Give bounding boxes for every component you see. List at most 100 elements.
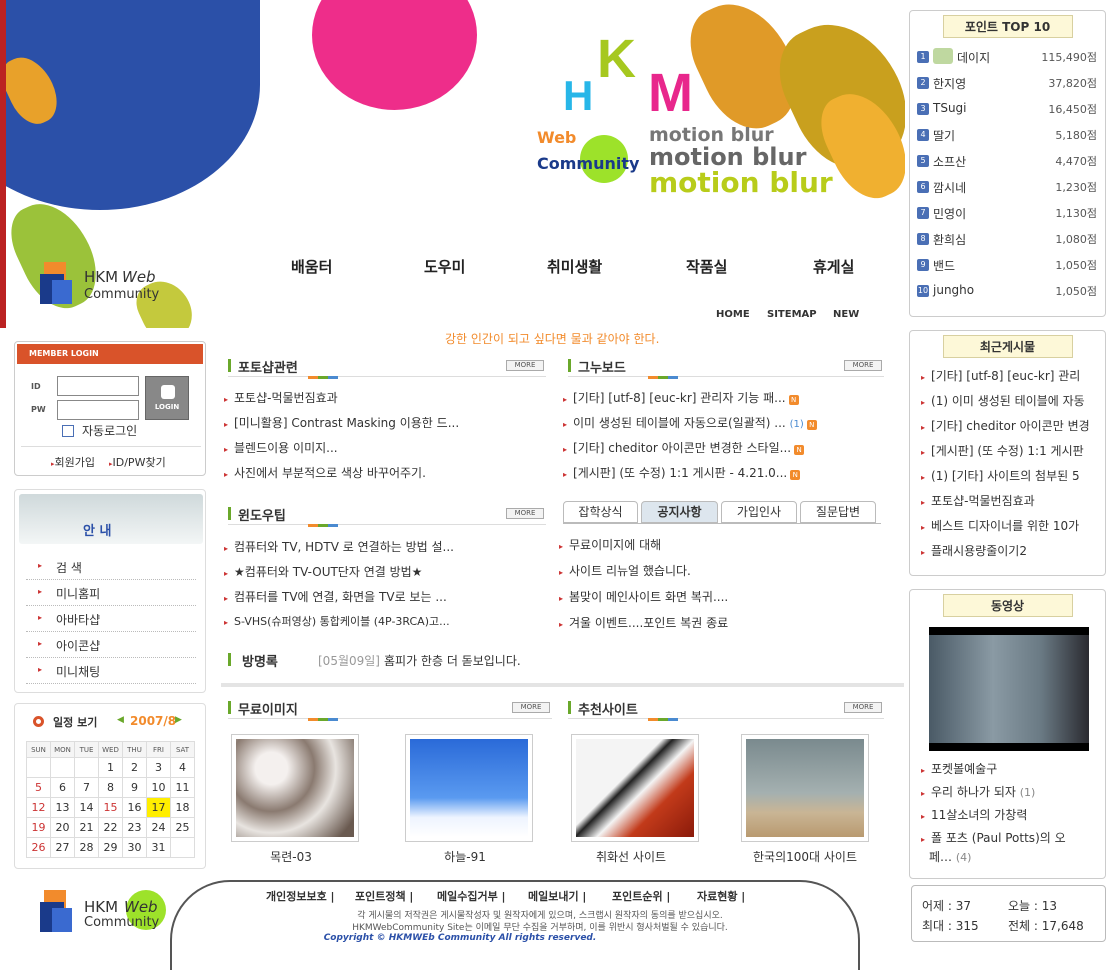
footer-data-status[interactable]: 자료현황 | <box>697 888 745 904</box>
pw-input[interactable] <box>57 400 139 420</box>
recent-item[interactable]: ▸ [기타] cheditor 아이콘만 변경 <box>921 417 1091 434</box>
notice-item-3[interactable]: ▸ 봄맞이 메인사이트 화면 복귀.... <box>559 588 728 605</box>
notice-item-4[interactable]: ▸ 겨울 이벤트....포인트 복권 종료 <box>559 614 728 631</box>
video-player[interactable] <box>929 627 1089 751</box>
rank-row[interactable]: 4 딸기 5,180점 <box>917 126 1097 146</box>
caption-sky[interactable]: 하늘-91 <box>395 848 535 865</box>
notice-item-1[interactable]: ▸ 무료이미지에 대해 <box>559 536 661 553</box>
calendar-date[interactable]: 13 <box>50 797 75 818</box>
caption-magnolia[interactable]: 목련-03 <box>221 848 361 865</box>
calendar-date[interactable]: 2 <box>122 757 147 778</box>
gnuboard-item-4[interactable]: ▸ [게시판] (또 수정) 1:1 게시판 - 4.21.0... N <box>563 464 801 481</box>
caption-chihwaseon[interactable]: 취화선 사이트 <box>561 848 701 865</box>
footer-point-policy[interactable]: 포인트정책 | <box>355 888 413 904</box>
video-item-1[interactable]: ▸ 포켓볼예술구 <box>921 760 1096 777</box>
calendar-date[interactable]: 25 <box>170 817 195 838</box>
photoshop-more-button[interactable]: MORE <box>506 360 544 371</box>
nav-hobby[interactable]: 취미생활 <box>547 256 602 277</box>
windows-more-button[interactable]: MORE <box>506 508 544 519</box>
nav-learning[interactable]: 배움터 <box>291 256 332 277</box>
windows-item-4[interactable]: ▸ S-VHS(슈퍼영상) 통합케이블 (4P-3RCA)고... <box>224 613 450 629</box>
windows-item-3[interactable]: ▸ 컴퓨터를 TV에 연결, 화면을 TV로 보는 ... <box>224 588 447 605</box>
calendar-date[interactable]: 27 <box>50 837 75 858</box>
recent-item[interactable]: ▸ [기타] [utf-8] [euc-kr] 관리 <box>921 367 1091 384</box>
tab-notice[interactable]: 공지사항 <box>641 501 718 523</box>
calendar-date[interactable]: 11 <box>170 777 195 798</box>
rank-row[interactable]: 10 jungho 1,050점 <box>917 282 1097 302</box>
nav-lounge[interactable]: 휴게실 <box>813 256 854 277</box>
windows-item-1[interactable]: ▸ 컴퓨터와 TV, HDTV 로 연결하는 방법 설... <box>224 538 454 555</box>
rank-row[interactable]: 3 TSugi 16,450점 <box>917 100 1097 120</box>
rank-row[interactable]: 9 밴드 1,050점 <box>917 256 1097 276</box>
recommend-more-button[interactable]: MORE <box>844 702 882 713</box>
gnuboard-item-3[interactable]: ▸ [기타] cheditor 아이콘만 변경한 스타일... N <box>563 439 805 456</box>
calendar-date[interactable]: 14 <box>74 797 99 818</box>
guide-item-avatar-shop[interactable]: ▸ 아바타샵 <box>26 606 196 632</box>
home-link[interactable]: HOME <box>716 309 750 320</box>
video-item-4[interactable]: ▸ 폴 포츠 (Paul Potts)의 오 <box>921 829 1096 846</box>
calendar-date[interactable]: 23 <box>122 817 147 838</box>
rank-row[interactable]: 2 한지영 37,820점 <box>917 74 1097 94</box>
calendar-date[interactable]: 7 <box>74 777 99 798</box>
windows-item-2[interactable]: ▸ ★컴퓨터와 TV-OUT단자 연결 방법★ <box>224 563 422 580</box>
footer-email-refusal[interactable]: 메일수집거부 | <box>437 888 506 904</box>
new-link[interactable]: NEW <box>833 309 859 320</box>
auto-login-checkbox[interactable] <box>62 425 74 437</box>
calendar-date[interactable]: 4 <box>170 757 195 778</box>
recent-item[interactable]: ▸ [게시판] (또 수정) 1:1 게시판 <box>921 442 1091 459</box>
guide-item-minihome[interactable]: ▸ 미니홈피 <box>26 580 196 606</box>
rank-row[interactable]: 8 환희심 1,080점 <box>917 230 1097 250</box>
guestbook-text[interactable]: 홈피가 한층 더 돋보입니다. <box>384 652 521 669</box>
footer-send-mail[interactable]: 메일보내기 | <box>528 888 586 904</box>
calendar-date[interactable]: 15 <box>98 797 123 818</box>
calendar-next-icon[interactable]: ▶ <box>175 715 182 725</box>
photoshop-item-4[interactable]: ▸ 사진에서 부분적으로 색상 바꾸어주기. <box>224 464 426 481</box>
tab-trivia[interactable]: 잡학상식 <box>563 501 638 523</box>
guide-item-mini-chat[interactable]: ▸ 미니채팅 <box>26 658 196 684</box>
recent-item[interactable]: ▸ 베스트 디자이너를 위한 10가 <box>921 517 1091 534</box>
calendar-date[interactable]: 21 <box>74 817 99 838</box>
gnuboard-item-2[interactable]: ▸ 이미 생성된 테이블에 자동으로(일괄적) ... (1) N <box>563 414 817 431</box>
calendar-prev-icon[interactable]: ◀ <box>117 715 124 725</box>
recent-item[interactable]: ▸ 플래시용량줄이기2 <box>921 542 1091 559</box>
calendar-date[interactable]: 5 <box>26 777 51 798</box>
calendar-date[interactable]: 20 <box>50 817 75 838</box>
thumb-chihwaseon[interactable] <box>571 734 699 842</box>
guide-item-search[interactable]: ▸ 검 색 <box>26 554 196 580</box>
notice-item-2[interactable]: ▸ 사이트 리뉴얼 했습니다. <box>559 562 691 579</box>
thumb-magnolia[interactable] <box>231 734 359 842</box>
photoshop-item-3[interactable]: ▸ 블렌드이용 이미지... <box>224 439 338 456</box>
nav-works[interactable]: 작품실 <box>686 256 727 277</box>
calendar-date[interactable]: 9 <box>122 777 147 798</box>
calendar-date[interactable]: 12 <box>26 797 51 818</box>
find-link[interactable]: ▸ID/PW찾기 <box>109 454 166 470</box>
calendar-date[interactable]: 1 <box>98 757 123 778</box>
calendar-date[interactable]: 6 <box>50 777 75 798</box>
footer-logo[interactable]: HKM Web Community <box>40 888 180 940</box>
gnuboard-item-1[interactable]: ▸ [기타] [utf-8] [euc-kr] 관리자 기능 패... N <box>563 389 799 406</box>
calendar-date[interactable]: 10 <box>146 777 171 798</box>
recent-item[interactable]: ▸ (1) [기타] 사이트의 첨부된 5 <box>921 467 1091 484</box>
calendar-date[interactable]: 18 <box>170 797 195 818</box>
brand-logo[interactable]: HKM Web Community <box>40 262 180 312</box>
gnuboard-more-button[interactable]: MORE <box>844 360 882 371</box>
calendar-date[interactable]: 28 <box>74 837 99 858</box>
photoshop-item-2[interactable]: ▸ [미니활용] Contrast Masking 이용한 드... <box>224 414 459 431</box>
nav-helper[interactable]: 도우미 <box>424 256 465 277</box>
calendar-date[interactable]: 31 <box>146 837 171 858</box>
rank-row[interactable]: 7 민영이 1,130점 <box>917 204 1097 224</box>
recent-item[interactable]: ▸ 포토샵-먹물번짐효과 <box>921 492 1091 509</box>
guide-item-icon-shop[interactable]: ▸ 아이콘샵 <box>26 632 196 658</box>
video-item-2[interactable]: ▸ 우리 하나가 되자 (1) <box>921 783 1096 800</box>
video-item-3[interactable]: ▸ 11살소녀의 가창력 <box>921 806 1096 823</box>
video-item-4-cont[interactable]: 페… (4) <box>929 848 1089 865</box>
footer-point-rank[interactable]: 포인트순위 | <box>612 888 670 904</box>
rank-row[interactable]: 5 소프산 4,470점 <box>917 152 1097 172</box>
calendar-date[interactable]: 17 <box>146 797 171 818</box>
calendar-date[interactable]: 30 <box>122 837 147 858</box>
free-images-more-button[interactable]: MORE <box>512 702 550 713</box>
calendar-date[interactable]: 22 <box>98 817 123 838</box>
rank-row[interactable]: 6 깜시네 1,230점 <box>917 178 1097 198</box>
join-link[interactable]: ▸회원가입 <box>51 454 95 470</box>
thumb-sky[interactable] <box>405 734 533 842</box>
